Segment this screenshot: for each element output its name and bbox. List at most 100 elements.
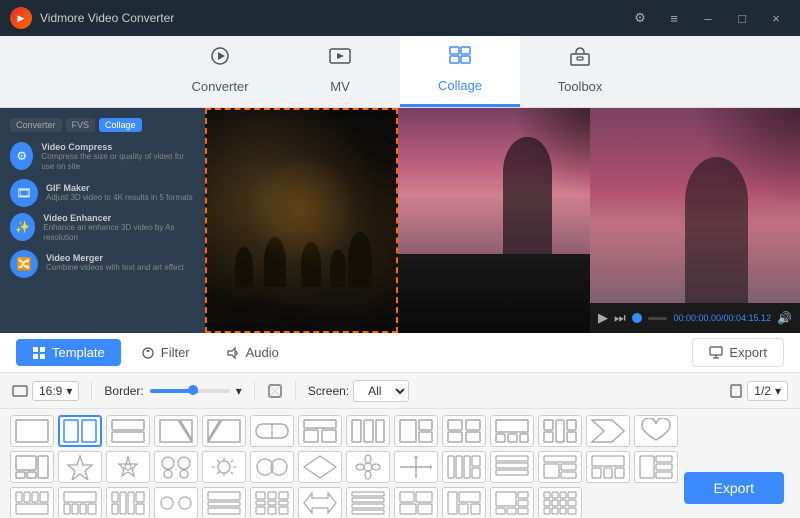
template-star[interactable]: [58, 451, 102, 483]
tab-collage-label: Collage: [438, 78, 482, 93]
template-h5[interactable]: [490, 451, 534, 483]
app-title: Vidmore Video Converter: [40, 11, 174, 25]
template-cross[interactable]: [538, 415, 582, 447]
gif-title: GIF Maker: [46, 183, 193, 193]
template-row-1: [10, 415, 790, 447]
screen-dropdown[interactable]: All: [353, 380, 409, 402]
aspect-dropdown[interactable]: 16:9 ▾: [32, 381, 79, 401]
template-split-h2[interactable]: [106, 415, 150, 447]
progress-dot[interactable]: [632, 313, 642, 323]
merger-btn[interactable]: 🔀: [10, 250, 38, 278]
step-button[interactable]: ⏭: [614, 310, 626, 326]
fill-control[interactable]: [267, 383, 283, 399]
template-h3[interactable]: [346, 415, 390, 447]
template-corner[interactable]: [10, 451, 54, 483]
filter-tab[interactable]: Filter: [125, 339, 206, 366]
template-heart[interactable]: [634, 415, 678, 447]
template-h6[interactable]: [586, 451, 630, 483]
right-section: [398, 108, 591, 333]
merger-title: Video Merger: [46, 253, 184, 263]
template-grid-lg[interactable]: [490, 487, 534, 518]
tab-converter[interactable]: Converter: [160, 36, 280, 107]
menu-button[interactable]: ≡: [660, 8, 688, 28]
template-h4l[interactable]: [394, 415, 438, 447]
template-grid-mix[interactable]: [442, 487, 486, 518]
compress-desc: Compress the size or quality of video fo…: [41, 152, 195, 173]
screen-control: Screen: All: [308, 380, 409, 402]
panel-item-2: 🎞 GIF Maker Adjust 3D video to 4K result…: [10, 179, 195, 207]
tab-toolbox[interactable]: Toolbox: [520, 36, 640, 107]
template-circle-4[interactable]: [154, 451, 198, 483]
left-clip[interactable]: [205, 108, 398, 333]
template-tv[interactable]: [202, 487, 246, 518]
tab-collage[interactable]: Collage: [400, 36, 520, 107]
left-tab-collage[interactable]: Collage: [99, 118, 142, 132]
template-flower[interactable]: [346, 451, 390, 483]
template-grid-sm[interactable]: [538, 487, 582, 518]
template-circles[interactable]: [250, 451, 294, 483]
template-wide-3[interactable]: [298, 415, 342, 447]
template-v5[interactable]: [442, 451, 486, 483]
panel-item-4: 🔀 Video Merger Combine videos with text …: [10, 250, 195, 278]
template-diag-l[interactable]: [154, 415, 198, 447]
right-bottom-clip[interactable]: [398, 254, 591, 333]
left-tab-fvs[interactable]: FVS: [66, 118, 96, 132]
spotlight: [245, 154, 358, 265]
export-button[interactable]: Export: [684, 472, 784, 504]
template-grid-4[interactable]: [10, 487, 54, 518]
template-tab[interactable]: Template: [16, 339, 121, 366]
template-grid-9[interactable]: [250, 487, 294, 518]
gif-btn[interactable]: 🎞: [10, 179, 38, 207]
player-preview: [590, 108, 800, 303]
template-v6[interactable]: [634, 451, 678, 483]
close-button[interactable]: ×: [762, 8, 790, 28]
template-split-v2[interactable]: [58, 415, 102, 447]
template-star-alt[interactable]: [106, 451, 150, 483]
compress-btn[interactable]: ⚙: [10, 142, 33, 170]
export-toolbar-button[interactable]: Export: [692, 338, 784, 367]
center-collage-preview[interactable]: ⊞: [205, 108, 590, 333]
template-arrows[interactable]: [298, 487, 342, 518]
template-grid-6[interactable]: [58, 487, 102, 518]
enhance-title: Video Enhancer: [43, 213, 195, 223]
template-arrow-r[interactable]: [586, 415, 630, 447]
settings-button[interactable]: ⚙: [626, 8, 654, 28]
right-top-clip[interactable]: [398, 108, 591, 254]
audio-label: Audio: [246, 345, 279, 360]
template-h5-alt[interactable]: [538, 451, 582, 483]
right-video-player: ▶ ⏭ 00:00:00.00/00:04:15.12 🔊: [590, 108, 800, 333]
enhance-btn[interactable]: ✨: [10, 213, 35, 241]
template-diag-r[interactable]: [202, 415, 246, 447]
audio-tab[interactable]: Audio: [210, 339, 295, 366]
page-dropdown[interactable]: 1/2 ▾: [747, 381, 788, 401]
minimize-button[interactable]: –: [694, 8, 722, 28]
maximize-button[interactable]: □: [728, 8, 756, 28]
template-pill[interactable]: [250, 415, 294, 447]
template-grid-8[interactable]: [106, 487, 150, 518]
player-controls: ▶ ⏭ 00:00:00.00/00:04:15.12 🔊: [590, 303, 800, 333]
template-h-mixed[interactable]: [394, 487, 438, 518]
template-cross-arrow[interactable]: [394, 451, 438, 483]
template-diamond[interactable]: [298, 451, 342, 483]
filter-label: Filter: [161, 345, 190, 360]
left-panel-tabs: Converter FVS Collage: [10, 118, 195, 132]
export-icon: [709, 346, 723, 360]
border-slider[interactable]: [150, 389, 230, 393]
page-value: 1/2: [754, 384, 771, 398]
tab-mv[interactable]: MV: [280, 36, 400, 107]
progress-bar[interactable]: [648, 317, 668, 320]
border-dropdown-arrow[interactable]: ▾: [236, 384, 242, 398]
template-v4[interactable]: [442, 415, 486, 447]
left-tab-converter[interactable]: Converter: [10, 118, 62, 132]
volume-icon[interactable]: 🔊: [777, 311, 792, 325]
page-icon: [729, 384, 743, 398]
template-v4-alt[interactable]: [490, 415, 534, 447]
page-chevron: ▾: [775, 384, 781, 398]
play-button[interactable]: ▶: [598, 310, 608, 326]
template-gear[interactable]: [202, 451, 246, 483]
template-page[interactable]: [154, 487, 198, 518]
template-single[interactable]: [10, 415, 54, 447]
template-label: Template: [52, 345, 105, 360]
template-h-many[interactable]: [346, 487, 390, 518]
time-total: 00:04:15.12: [724, 313, 772, 323]
